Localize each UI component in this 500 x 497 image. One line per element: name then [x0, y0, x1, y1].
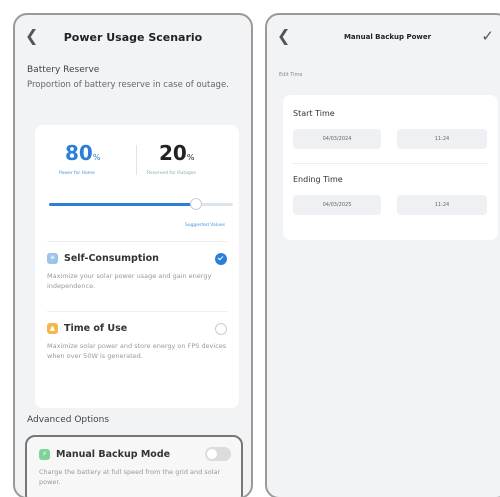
- sun-icon: ☀: [47, 253, 58, 264]
- home-percentage-caption: Power for Home: [59, 171, 95, 176]
- plug-icon: ⚡: [39, 449, 50, 460]
- option-title: Time of Use: [64, 323, 128, 334]
- divider: [136, 145, 137, 175]
- check-icon[interactable]: ✓: [481, 26, 494, 46]
- backup-mode-title: Manual Backup Mode: [56, 449, 171, 460]
- option-description: Maximize solar power and store energy on…: [47, 342, 227, 360]
- end-date-field[interactable]: 04/03/2025: [293, 195, 381, 215]
- backup-mode-toggle[interactable]: [205, 447, 231, 461]
- manual-backup-mode-card[interactable]: ⚡ Manual Backup Mode Charge the battery …: [25, 435, 243, 497]
- reserve-slider[interactable]: [49, 198, 233, 210]
- top-bar: ❮ Manual Backup Power ✓: [267, 15, 500, 59]
- manual-backup-power-screen: ❮ Manual Backup Power ✓ Edit Time Start …: [265, 13, 500, 497]
- ending-time-label: Ending Time: [293, 175, 343, 184]
- top-bar: ❮ Power Usage Scenario: [15, 15, 251, 59]
- option-radio-unselected[interactable]: [215, 323, 227, 335]
- back-icon[interactable]: ❮: [277, 26, 293, 46]
- divider: [47, 241, 227, 242]
- time-card: Start Time 04/03/2024 11:24 Ending Time …: [283, 95, 498, 240]
- battery-reserve-card: 80% 20% Power for Home Reserved for Outa…: [35, 125, 239, 408]
- start-date-field[interactable]: 04/03/2024: [293, 129, 381, 149]
- outage-percentage: 20%: [159, 141, 195, 165]
- end-time-field[interactable]: 11:24: [397, 195, 487, 215]
- battery-reserve-description: Proportion of battery reserve in case of…: [27, 80, 229, 90]
- option-title: Self-Consumption: [64, 253, 159, 264]
- page-title: Manual Backup Power: [343, 33, 432, 41]
- outage-percentage-caption: Reserved for Outages: [147, 171, 196, 176]
- divider: [293, 163, 488, 164]
- start-time-field[interactable]: 11:24: [397, 129, 487, 149]
- page-title: Power Usage Scenario: [63, 30, 203, 44]
- start-time-label: Start Time: [293, 109, 335, 118]
- battery-reserve-label: Battery Reserve: [27, 65, 100, 75]
- backup-mode-description: Charge the battery at full speed from th…: [39, 468, 221, 486]
- clock-icon: ▲: [47, 323, 58, 334]
- slider-fill: [49, 203, 197, 206]
- option-description: Maximize your solar power usage and gain…: [47, 272, 212, 290]
- option-radio-selected[interactable]: [215, 253, 227, 265]
- home-percentage: 80%: [65, 141, 101, 165]
- slider-thumb[interactable]: [190, 198, 203, 210]
- percentage-row: 80% 20% Power for Home Reserved for Outa…: [35, 141, 239, 181]
- divider: [47, 311, 227, 312]
- edit-time-label: Edit Time: [279, 72, 303, 78]
- power-usage-screen: ❮ Power Usage Scenario Battery Reserve P…: [13, 13, 253, 497]
- back-icon[interactable]: ❮: [25, 26, 41, 46]
- suggested-values-link[interactable]: Suggested Values: [185, 223, 225, 228]
- advanced-options-label: Advanced Options: [27, 415, 110, 425]
